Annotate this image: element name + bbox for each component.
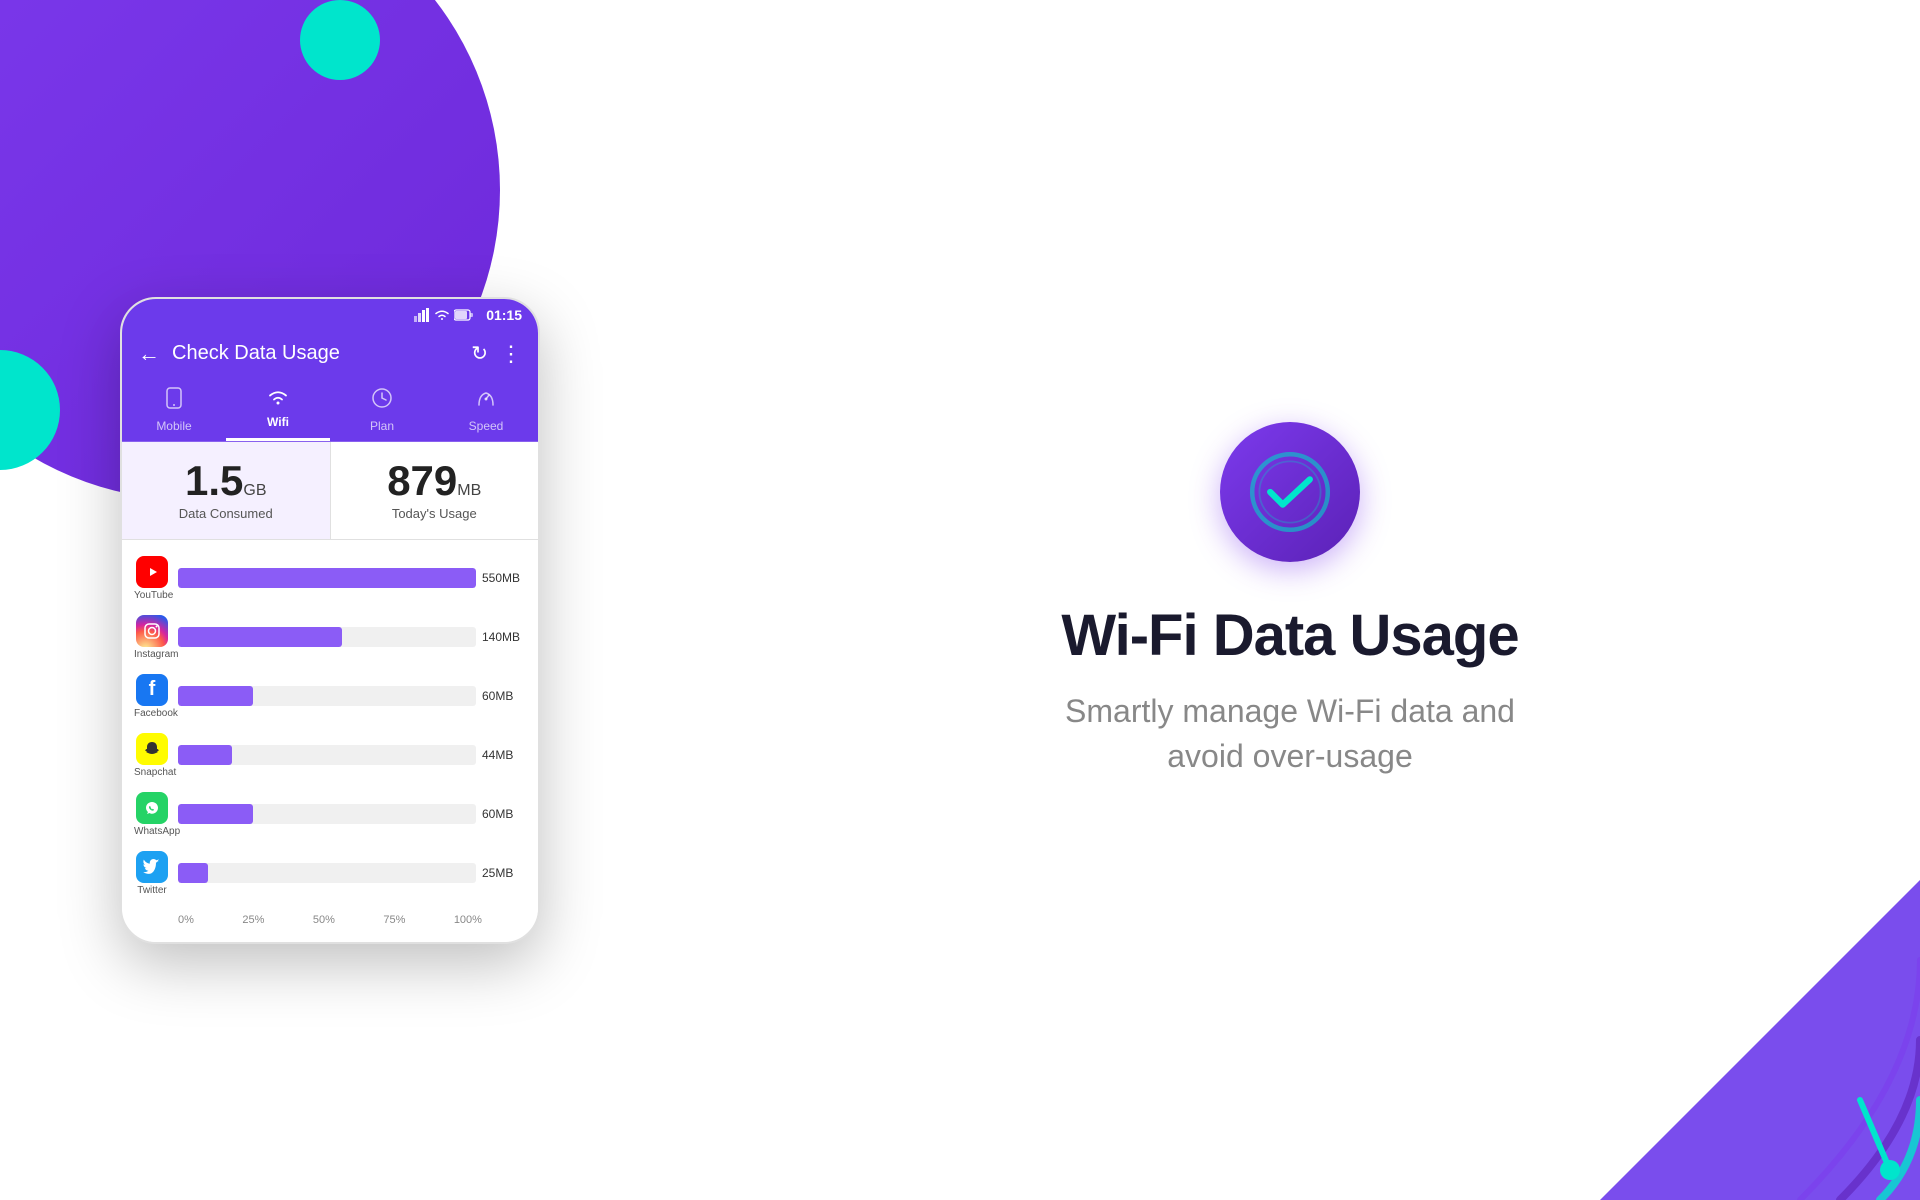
tab-wifi-label: Wifi: [267, 415, 289, 429]
tab-bar: Mobile Wifi: [122, 377, 538, 442]
whatsapp-svg: [142, 798, 162, 818]
wifi-icon: [267, 387, 289, 405]
instagram-bar: [178, 627, 342, 647]
snapchat-bar-track: [178, 745, 476, 765]
facebook-label: Facebook: [134, 708, 170, 719]
app-row-twitter: Twitter 25MB: [134, 851, 526, 896]
whatsapp-bar: [178, 804, 253, 824]
mobile-icon: [164, 387, 184, 409]
instagram-value: 140MB: [482, 630, 526, 644]
battery-icon: [454, 309, 474, 321]
speed-icon: [475, 387, 497, 409]
status-icons: [414, 308, 474, 322]
mobile-tab-icon: [164, 387, 184, 415]
whatsapp-icon: [136, 792, 168, 824]
youtube-bar-track: [178, 568, 476, 588]
x-label-100: 100%: [454, 914, 482, 926]
app-logo-svg: [1245, 447, 1335, 537]
instagram-label: Instagram: [134, 649, 170, 660]
twitter-bar-track: [178, 863, 476, 883]
back-button[interactable]: ←: [138, 341, 160, 367]
whatsapp-label: WhatsApp: [134, 826, 170, 837]
twitter-label: Twitter: [134, 885, 170, 896]
instagram-icon: [136, 615, 168, 647]
snapchat-label: Snapchat: [134, 767, 170, 778]
consumed-value: 1.5GB: [138, 460, 314, 502]
right-section: Wi-Fi Data Usage Smartly manage Wi-Fi da…: [660, 0, 1920, 1200]
whatsapp-value: 60MB: [482, 807, 526, 821]
x-axis: 0% 25% 50% 75% 100%: [134, 910, 526, 934]
phone-mockup: 01:15 ← Check Data Usage ↻ ⋮ Mobile: [120, 297, 540, 944]
subtitle-line2: avoid over-usage: [1167, 738, 1412, 774]
youtube-icon: [136, 556, 168, 588]
instagram-bar-track: [178, 627, 476, 647]
twitter-icon: [136, 851, 168, 883]
speed-tab-icon: [475, 387, 497, 415]
app-row-youtube: YouTube 550MB: [134, 556, 526, 601]
plan-icon: [371, 387, 393, 409]
app-row-whatsapp: WhatsApp 60MB: [134, 792, 526, 837]
youtube-play-icon: [142, 565, 162, 579]
facebook-icon: f: [136, 674, 168, 706]
subtitle-line1: Smartly manage Wi-Fi data and: [1065, 693, 1515, 729]
chart-area: YouTube 550MB: [122, 540, 538, 942]
instagram-svg: [143, 622, 161, 640]
data-consumed-box: 1.5GB Data Consumed: [122, 442, 331, 539]
snapchat-icon: [136, 733, 168, 765]
facebook-value: 60MB: [482, 689, 526, 703]
tab-wifi[interactable]: Wifi: [226, 377, 330, 441]
wifi-tab-icon: [267, 387, 289, 411]
today-unit: MB: [457, 482, 481, 499]
youtube-bar: [178, 568, 476, 588]
today-label: Today's Usage: [347, 506, 523, 521]
x-label-0: 0%: [178, 914, 194, 926]
status-bar: 01:15: [122, 299, 538, 331]
twitter-value: 25MB: [482, 866, 526, 880]
status-time: 01:15: [486, 307, 522, 323]
data-today-box: 879MB Today's Usage: [331, 442, 539, 539]
app-row-snapchat: Snapchat 44MB: [134, 733, 526, 778]
tab-mobile[interactable]: Mobile: [122, 377, 226, 441]
youtube-label: YouTube: [134, 590, 170, 601]
x-label-75: 75%: [383, 914, 405, 926]
header-title: Check Data Usage: [172, 342, 459, 365]
signal-icon: [414, 308, 430, 322]
tab-mobile-label: Mobile: [156, 419, 191, 433]
consumed-unit: GB: [243, 482, 266, 499]
left-section: 01:15 ← Check Data Usage ↻ ⋮ Mobile: [0, 0, 660, 1200]
wifi-status-icon: [434, 309, 450, 321]
facebook-bar: [178, 686, 253, 706]
twitter-svg: [143, 859, 161, 875]
snapchat-value: 44MB: [482, 748, 526, 762]
whatsapp-bar-track: [178, 804, 476, 824]
snapchat-bar: [178, 745, 232, 765]
app-logo: [1220, 422, 1360, 562]
tab-speed[interactable]: Speed: [434, 377, 538, 441]
app-row-facebook: f Facebook 60MB: [134, 674, 526, 719]
data-summary: 1.5GB Data Consumed 879MB Today's Usage: [122, 442, 538, 539]
tab-plan-label: Plan: [370, 419, 394, 433]
today-value: 879MB: [347, 460, 523, 502]
plan-tab-icon: [371, 387, 393, 415]
tab-plan[interactable]: Plan: [330, 377, 434, 441]
youtube-value: 550MB: [482, 571, 526, 585]
x-label-25: 25%: [242, 914, 264, 926]
main-title: Wi-Fi Data Usage: [1061, 602, 1518, 669]
tab-speed-label: Speed: [469, 419, 504, 433]
snapchat-svg: [142, 739, 162, 759]
app-header: ← Check Data Usage ↻ ⋮: [122, 331, 538, 377]
more-button[interactable]: ⋮: [500, 341, 522, 367]
subtitle: Smartly manage Wi-Fi data and avoid over…: [1065, 689, 1515, 779]
twitter-bar: [178, 863, 208, 883]
consumed-label: Data Consumed: [138, 506, 314, 521]
refresh-button[interactable]: ↻: [471, 341, 488, 366]
x-label-50: 50%: [313, 914, 335, 926]
app-row-instagram: Instagram 140MB: [134, 615, 526, 660]
facebook-bar-track: [178, 686, 476, 706]
